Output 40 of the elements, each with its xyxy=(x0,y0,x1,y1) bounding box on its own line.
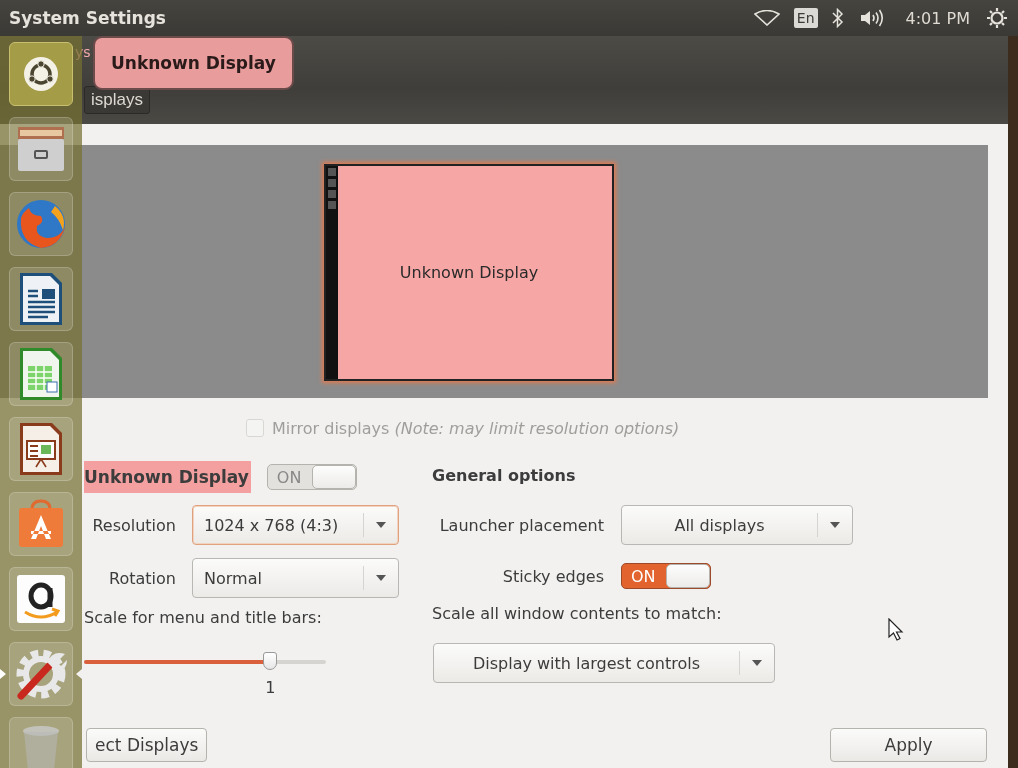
slider-value: 1 xyxy=(265,678,277,698)
section-heading: General options xyxy=(432,466,577,487)
dropdown[interactable]: Display with largest controls xyxy=(433,643,775,683)
display-name: Unknown Display xyxy=(399,263,539,282)
detect-displays-button[interactable]: ect Displays xyxy=(86,728,208,762)
cursor-icon xyxy=(888,618,904,642)
app-title: System Settings xyxy=(8,8,167,28)
fox-globe-icon xyxy=(15,198,67,250)
clock[interactable]: 4:01 PM xyxy=(905,8,970,28)
caret-icon xyxy=(376,522,386,528)
field-label: Scale all window contents to match: xyxy=(432,604,723,625)
presentation-icon xyxy=(18,421,64,477)
shopping-bag-icon xyxy=(16,499,66,549)
file-cabinet-icon xyxy=(16,125,66,173)
dropdown[interactable]: All displays xyxy=(621,505,853,545)
caret-icon xyxy=(830,522,840,528)
caret-icon xyxy=(376,575,386,581)
field-label: Resolution xyxy=(91,515,176,535)
window-heading: ys xyxy=(75,44,91,62)
apply-button[interactable]: Apply xyxy=(830,728,987,762)
spreadsheet-icon xyxy=(18,346,64,402)
field-label: Launcher placement xyxy=(438,515,604,535)
bluetooth-icon[interactable] xyxy=(831,8,844,28)
keyboard-layout-indicator[interactable]: En xyxy=(793,8,818,28)
field-label: Sticky edges xyxy=(501,566,604,586)
display-rectangle[interactable]: Unknown Display xyxy=(324,164,614,381)
text-document-icon xyxy=(18,271,64,327)
trash-can-icon xyxy=(21,725,61,768)
tooltip: Unknown Display xyxy=(93,36,294,90)
checkbox-label: Mirror displays (Note: may limit resolution options) xyxy=(272,418,680,438)
ring-logo-icon xyxy=(23,56,59,92)
field-label: Scale for menu and title bars: xyxy=(84,608,323,629)
dropdown[interactable]: 1024 x 768 (4:3) xyxy=(192,505,399,545)
field-label: Rotation xyxy=(108,568,176,588)
wifi-icon[interactable] xyxy=(753,10,780,26)
settings-icon[interactable] xyxy=(986,7,1008,29)
caret-icon xyxy=(752,660,762,666)
display-name-label: Unknown Display xyxy=(84,461,251,493)
dropdown[interactable]: Normal xyxy=(192,558,399,598)
volume-icon[interactable] xyxy=(859,8,886,28)
